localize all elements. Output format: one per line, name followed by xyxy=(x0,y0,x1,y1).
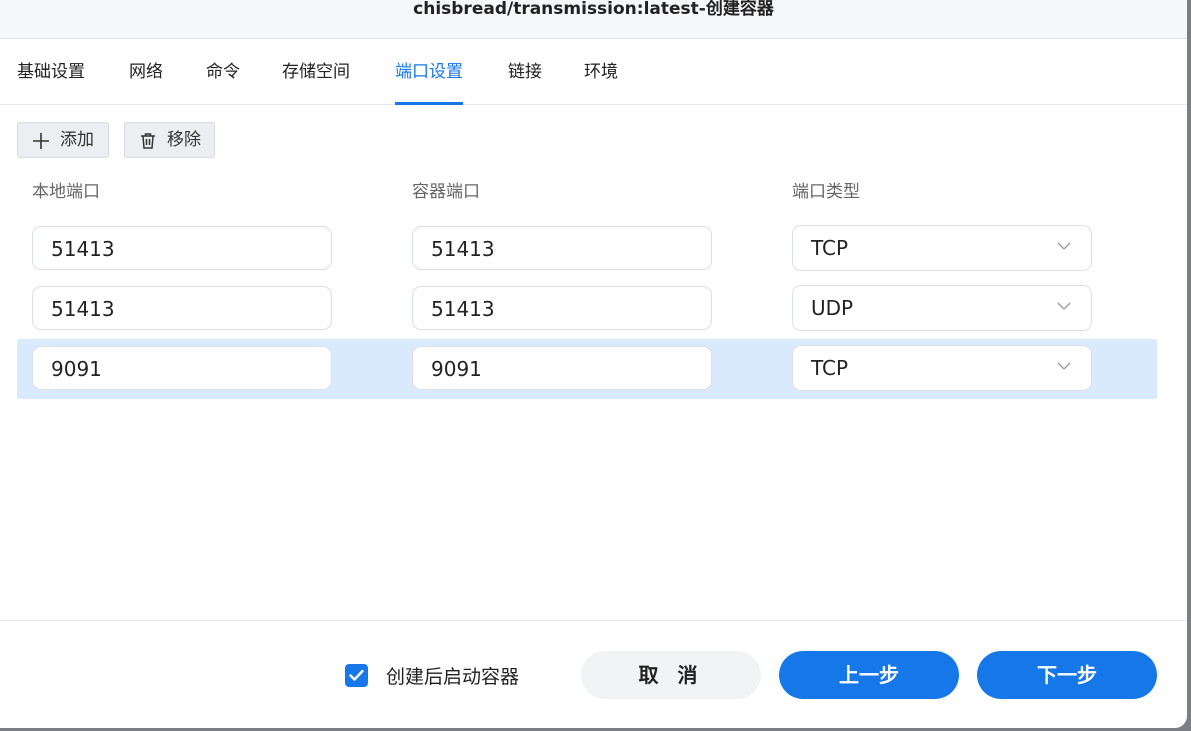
remove-button[interactable]: 移除 xyxy=(124,122,215,158)
container-port-value: 51413 xyxy=(431,297,495,321)
cancel-button[interactable]: 取 消 xyxy=(581,651,761,699)
container-port-input[interactable]: 9091 xyxy=(412,346,712,390)
create-container-dialog: chisbread/transmission:latest-创建容器 基础设置 … xyxy=(0,0,1187,728)
local-port-value: 51413 xyxy=(51,237,115,261)
chevron-down-icon xyxy=(1057,302,1071,310)
local-port-input[interactable]: 9091 xyxy=(32,346,332,390)
port-type-value: TCP xyxy=(811,356,849,380)
check-icon xyxy=(349,669,364,681)
local-port-input[interactable]: 51413 xyxy=(32,286,332,330)
port-type-value: UDP xyxy=(811,296,854,320)
tab-environment[interactable]: 环境 xyxy=(584,39,618,104)
title-bar: chisbread/transmission:latest-创建容器 xyxy=(0,0,1187,39)
add-button[interactable]: 添加 xyxy=(17,122,109,158)
local-port-value: 9091 xyxy=(51,357,102,381)
tab-basic-settings[interactable]: 基础设置 xyxy=(17,39,85,104)
start-after-create-checkbox[interactable] xyxy=(345,664,368,687)
container-port-value: 9091 xyxy=(431,357,482,381)
header-container-port: 容器端口 xyxy=(412,182,480,202)
plus-icon xyxy=(33,133,49,149)
chevron-down-icon xyxy=(1057,242,1071,250)
header-port-type: 端口类型 xyxy=(792,182,860,202)
tab-links[interactable]: 链接 xyxy=(508,39,542,104)
add-button-label: 添加 xyxy=(60,130,94,150)
tab-storage[interactable]: 存储空间 xyxy=(282,39,350,104)
previous-step-button[interactable]: 上一步 xyxy=(779,651,959,699)
chevron-down-icon xyxy=(1057,362,1071,370)
tab-command[interactable]: 命令 xyxy=(206,39,240,104)
local-port-input[interactable]: 51413 xyxy=(32,226,332,270)
window-title: chisbread/transmission:latest-创建容器 xyxy=(413,0,774,19)
trash-icon xyxy=(141,133,155,149)
container-port-input[interactable]: 51413 xyxy=(412,286,712,330)
port-type-select[interactable]: TCP xyxy=(792,345,1092,391)
port-type-select[interactable]: TCP xyxy=(792,225,1092,271)
header-local-port: 本地端口 xyxy=(32,182,100,202)
tab-network[interactable]: 网络 xyxy=(129,39,163,104)
port-type-select[interactable]: UDP xyxy=(792,285,1092,331)
tab-bar: 基础设置 网络 命令 存储空间 端口设置 链接 环境 xyxy=(0,39,1187,105)
next-step-button[interactable]: 下一步 xyxy=(977,651,1157,699)
container-port-input[interactable]: 51413 xyxy=(412,226,712,270)
start-after-create-label: 创建后启动容器 xyxy=(386,666,520,688)
remove-button-label: 移除 xyxy=(167,130,201,150)
tab-port-settings[interactable]: 端口设置 xyxy=(395,39,463,105)
container-port-value: 51413 xyxy=(431,237,495,261)
port-type-value: TCP xyxy=(811,236,849,260)
local-port-value: 51413 xyxy=(51,297,115,321)
